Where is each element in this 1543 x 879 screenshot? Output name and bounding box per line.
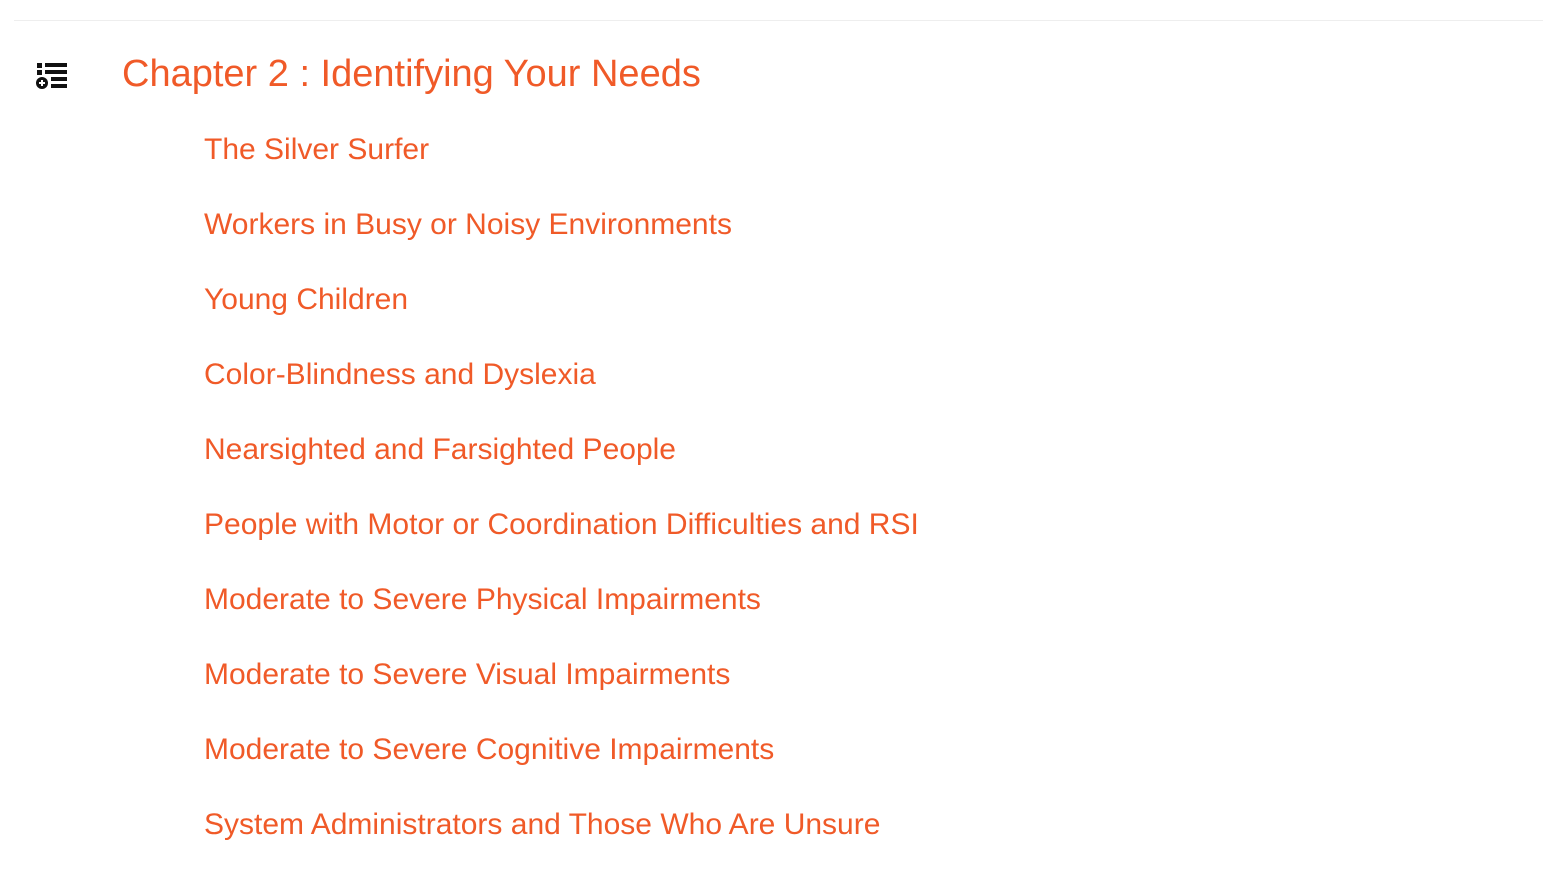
section-link[interactable]: System Administrators and Those Who Are … (204, 801, 880, 849)
section-link[interactable]: Moderate to Severe Cognitive Impairments (204, 726, 774, 774)
section-link[interactable]: Color-Blindness and Dyslexia (204, 351, 596, 399)
playlist-add-icon (36, 63, 67, 89)
table-of-contents-page: Chapter 2 : Identifying Your Needs The S… (0, 0, 1543, 879)
section-link[interactable]: Young Children (204, 276, 408, 324)
list-item: Moderate to Severe Physical Impairments (204, 576, 919, 651)
section-link[interactable]: Workers in Busy or Noisy Environments (204, 201, 732, 249)
section-link[interactable]: Nearsighted and Farsighted People (204, 426, 676, 474)
section-link[interactable]: Moderate to Severe Physical Impairments (204, 576, 761, 624)
list-item: Young Children (204, 276, 919, 351)
list-item: System Administrators and Those Who Are … (204, 801, 919, 876)
list-item: People with Motor or Coordination Diffic… (204, 501, 919, 576)
section-link[interactable]: Moderate to Severe Visual Impairments (204, 651, 730, 699)
list-item: The Silver Surfer (204, 126, 919, 201)
list-item: Color-Blindness and Dyslexia (204, 351, 919, 426)
list-item: Moderate to Severe Cognitive Impairments (204, 726, 919, 801)
top-divider (14, 20, 1543, 21)
list-item: Nearsighted and Farsighted People (204, 426, 919, 501)
chapter-title-link[interactable]: Chapter 2 : Identifying Your Needs (122, 50, 701, 98)
chapter-header: Chapter 2 : Identifying Your Needs (30, 50, 701, 98)
toc-toggle-button[interactable] (30, 50, 78, 98)
list-item: Moderate to Severe Visual Impairments (204, 651, 919, 726)
section-link[interactable]: People with Motor or Coordination Diffic… (204, 501, 919, 549)
list-item: Workers in Busy or Noisy Environments (204, 201, 919, 276)
section-list: The Silver Surfer Workers in Busy or Noi… (204, 126, 919, 876)
section-link[interactable]: The Silver Surfer (204, 126, 429, 174)
